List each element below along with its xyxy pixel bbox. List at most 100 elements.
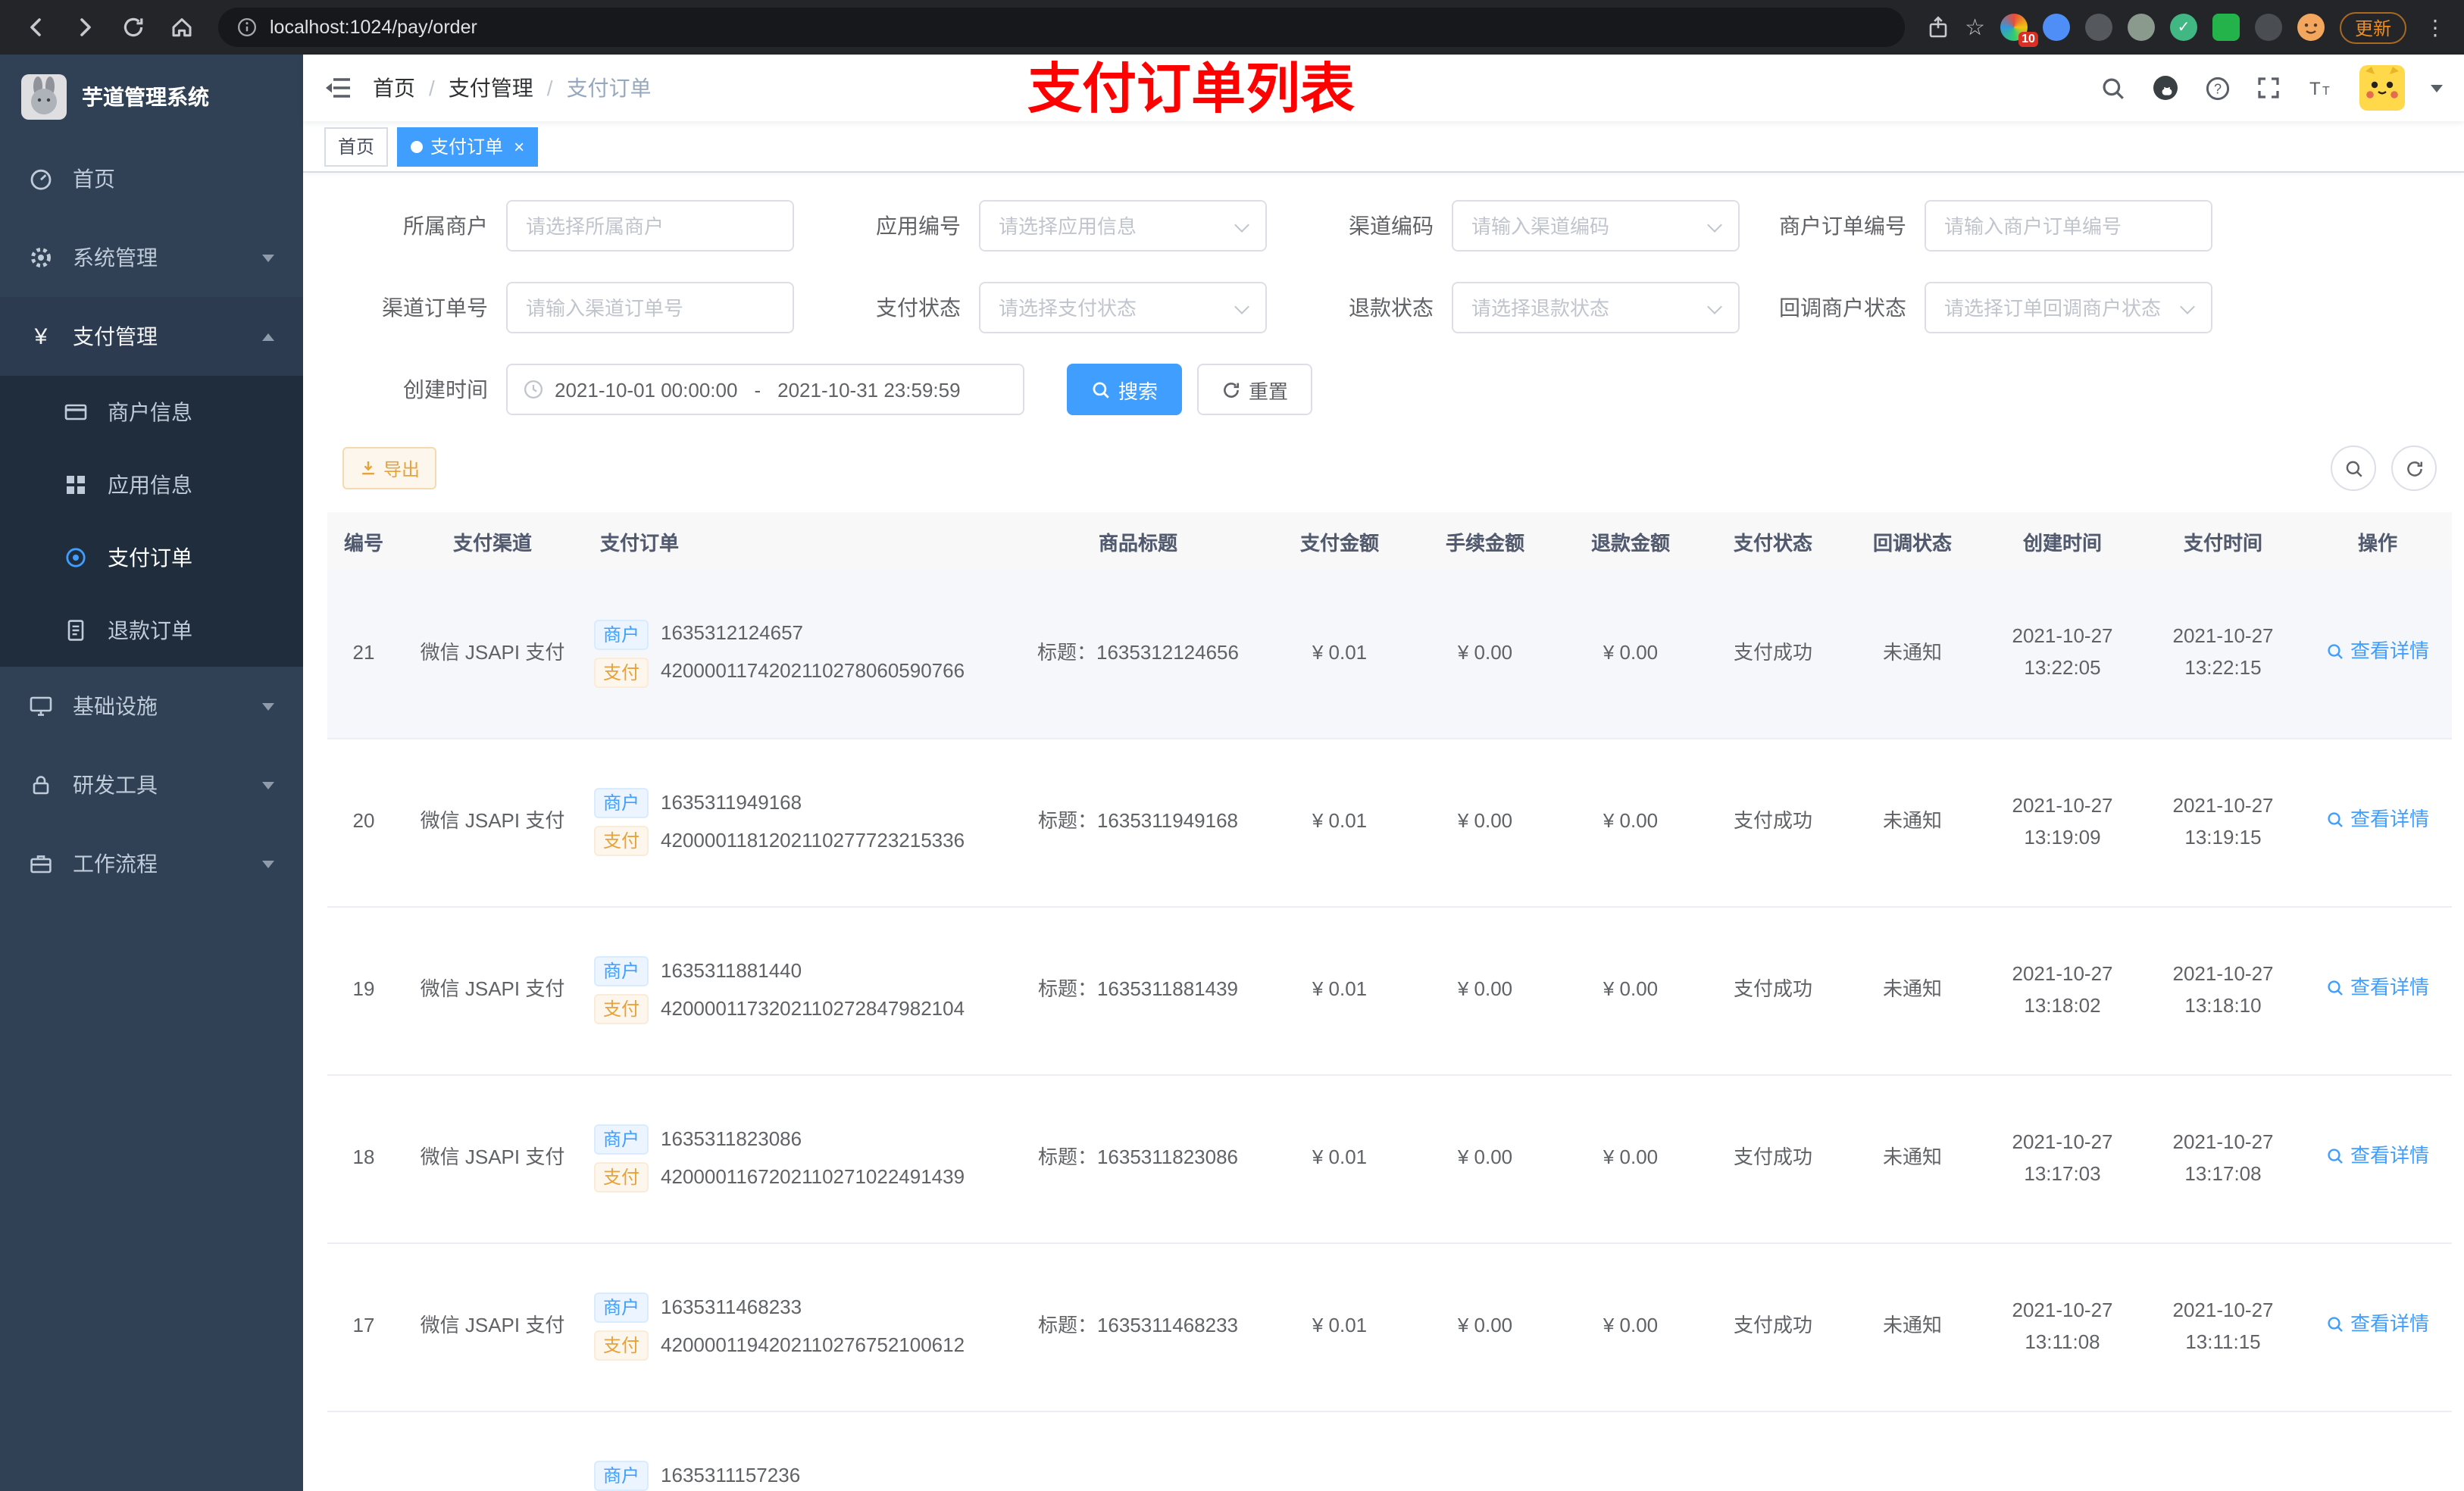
filter-row-2: 渠道订单号 支付状态 退款状态 [327,282,2449,333]
github-icon[interactable] [2152,74,2179,102]
cell-fee: ¥ 0.00 [1412,906,1558,1075]
cell-amount [1267,1411,1412,1491]
view-details-link[interactable]: 查看详情 [2326,973,2429,1005]
logo-avatar [21,74,67,120]
tab-label: 支付订单 [430,136,504,158]
browser-update-button[interactable]: 更新 [2339,11,2406,43]
reset-button-label: 重置 [1249,380,1289,402]
svg-text:T: T [2322,85,2330,98]
channel-code-input[interactable] [1453,202,1738,250]
notify-status-select[interactable] [1925,282,2212,333]
channel-no: 4200001174202110278060590766 [661,659,965,683]
channel-code-select[interactable] [1452,200,1740,252]
user-dropdown-caret-icon[interactable] [2431,84,2443,92]
refund-status-input[interactable] [1453,283,1738,332]
app-input[interactable] [980,202,1265,250]
filter-label: 创建时间 [403,377,488,402]
breadcrumb: 首页 / 支付管理 / 支付订单 [373,73,652,103]
view-details-link[interactable]: 查看详情 [2326,805,2429,836]
view-details-link[interactable]: 查看详情 [2326,636,2429,667]
briefcase-icon [29,852,53,876]
browser-profile-avatar[interactable] [2297,14,2325,41]
channel-order-no-field[interactable] [506,282,794,333]
cell-pay-time: 2021-10-27 13:17:08 [2143,1074,2303,1243]
sidebar-item-label: 应用信息 [108,473,192,497]
sidebar-item-pay-order[interactable]: 支付订单 [0,521,303,594]
tab-home[interactable]: 首页 [324,127,389,166]
export-button[interactable]: 导出 [342,447,437,489]
sidebar-item-merchant-info[interactable]: 商户信息 [0,376,303,449]
cell-status: 支付成功 [1703,1242,1843,1411]
font-size-icon[interactable]: TT [2306,76,2334,100]
extension-blue-icon[interactable] [2042,14,2070,41]
sidebar-item-dev-tools[interactable]: 研发工具 [0,746,303,824]
browser-menu-icon[interactable]: ⋮ [2422,14,2449,40]
col-channel: 支付渠道 [400,512,585,570]
extension-vue-icon[interactable]: ✓ [2169,14,2197,41]
close-icon[interactable]: × [514,136,524,157]
sidebar-item-infrastructure[interactable]: 基础设施 [0,667,303,746]
col-refund: 退款金额 [1558,512,1703,570]
filter-label: 支付状态 [876,295,961,320]
extension-green-square-icon[interactable] [2212,14,2240,41]
date-range-picker[interactable]: 2021-10-01 00:00:00 - 2021-10-31 23:59:5… [506,364,1024,415]
browser-back-button[interactable] [15,6,58,48]
user-avatar[interactable] [2359,65,2405,111]
sidebar-item-workflow[interactable]: 工作流程 [0,824,303,903]
address-bar[interactable]: localhost:1024/pay/order [218,8,1905,47]
sidebar-item-app-info[interactable]: 应用信息 [0,449,303,521]
question-icon[interactable]: ? [2205,75,2231,101]
breadcrumb-home[interactable]: 首页 [373,73,415,103]
extension-pin-icon[interactable] [2254,14,2282,41]
search-icon[interactable] [2100,75,2126,101]
merchant-tag: 商户 [594,1124,649,1155]
sidebar-item-payment[interactable]: ¥ 支付管理 [0,297,303,376]
sidebar-toggle-button[interactable] [324,76,352,100]
cell-status: 支付成功 [1703,738,1843,907]
extension-grey-icon[interactable] [2127,14,2155,41]
cell-actions: 查看详情 [2303,738,2452,907]
view-details-link[interactable]: 查看详情 [2326,1309,2429,1341]
cell-actions: 查看详情 [2303,570,2452,739]
cell-pay-time: 2021-10-27 13:19:15 [2143,738,2303,907]
notify-status-input[interactable] [1926,283,2211,332]
reset-button[interactable]: 重置 [1197,364,1313,415]
merchant-order-no-input[interactable] [1926,202,2211,250]
breadcrumb-pay-mgmt[interactable]: 支付管理 [449,73,533,103]
app-select[interactable] [979,200,1267,252]
browser-home-button[interactable] [161,6,203,48]
toggle-search-button[interactable] [2331,445,2376,491]
view-details-link[interactable]: 查看详情 [2326,1141,2429,1173]
pay-status-select[interactable] [979,282,1267,333]
svg-text:?: ? [2214,80,2222,95]
search-button[interactable]: 搜索 [1067,364,1183,415]
share-icon[interactable] [1925,15,1950,39]
pay-status-input[interactable] [980,283,1265,332]
merchant-order-no-field[interactable] [1925,200,2212,252]
channel-order-no-input[interactable] [508,283,793,332]
cell-refund [1558,1411,1703,1491]
tab-pay-order[interactable]: 支付订单 × [397,127,539,166]
sidebar-item-refund-order[interactable]: 退款订单 [0,594,303,667]
sidebar-item-home[interactable]: 首页 [0,139,303,218]
fullscreen-icon[interactable] [2256,76,2281,100]
filter-label: 回调商户状态 [1779,295,1906,320]
browser-reload-button[interactable] [112,6,155,48]
pikachu-avatar-icon [2359,65,2405,111]
filter-pay-status: 支付状态 [800,282,1267,333]
extension-dark-icon[interactable] [2084,14,2112,41]
pay-time-value: 2021-10-27 13:22:15 [2172,624,2274,680]
refund-status-select[interactable] [1452,282,1740,333]
site-info-icon[interactable] [236,17,258,38]
bookmark-star-icon[interactable]: ☆ [1965,14,1985,41]
sidebar-item-system[interactable]: 系统管理 [0,218,303,297]
cell-amount: ¥ 0.01 [1267,906,1412,1075]
refresh-table-button[interactable] [2391,445,2437,491]
merchant-input[interactable] [508,202,793,250]
cell-order: 商户 1635311823086 支付 4200001167202110271022… [585,1074,1009,1243]
merchant-select[interactable] [506,200,794,252]
col-order: 支付订单 [585,512,1009,570]
browser-forward-button[interactable] [64,6,106,48]
extension-colorful-icon[interactable]: 10 [2000,14,2038,47]
tab-label: 首页 [338,136,375,158]
